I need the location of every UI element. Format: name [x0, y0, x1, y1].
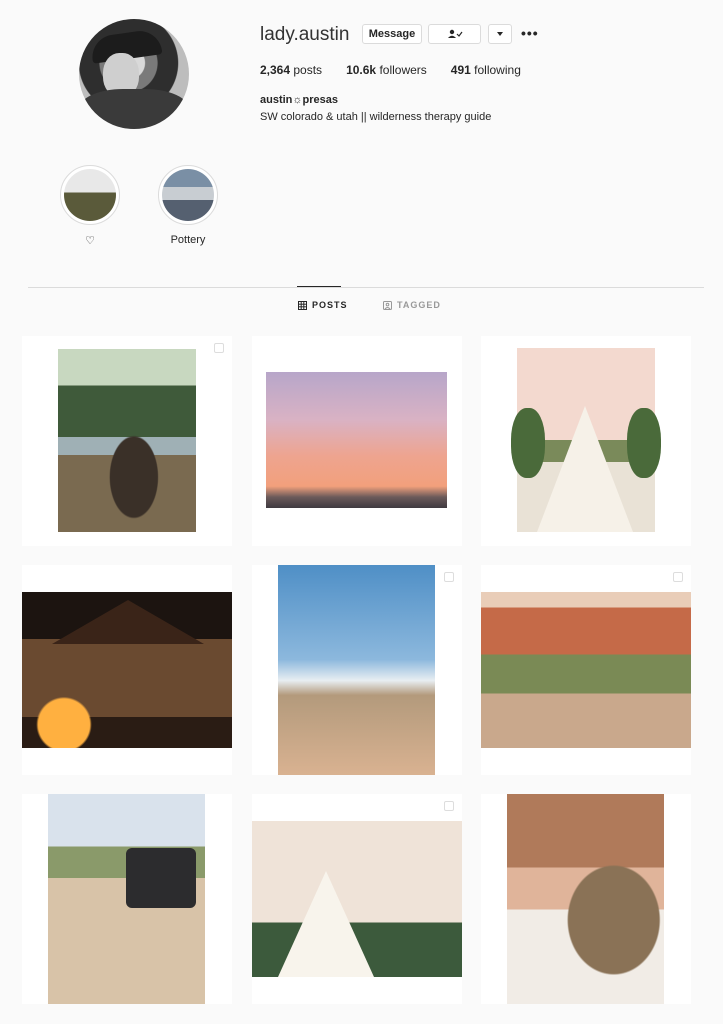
cabin-roof-shape	[52, 600, 204, 644]
highlight-cover-image	[64, 169, 116, 221]
active-tab-indicator	[297, 286, 341, 287]
post-tile[interactable]	[481, 565, 691, 775]
post-image-wedding-couple	[278, 565, 435, 775]
tab-posts-label: POSTS	[312, 300, 348, 310]
carousel-icon	[444, 801, 454, 811]
carousel-icon	[673, 572, 683, 582]
tag-icon	[383, 300, 392, 310]
highlight-label: Pottery	[170, 234, 206, 246]
post-image-cat-forest	[58, 349, 196, 532]
highlight-ring	[158, 165, 218, 225]
profile-full-name: austin☼presas	[260, 94, 338, 106]
following-count[interactable]: 491 following	[451, 63, 521, 77]
profile-username: lady.austin	[260, 24, 350, 45]
profile-stats: 2,364 posts 10.6k followers 491 followin…	[260, 63, 521, 77]
avatar-coat	[79, 89, 189, 129]
post-tile[interactable]	[22, 336, 232, 546]
post-image-sunset-sky	[266, 372, 447, 508]
following-count-label: following	[474, 63, 521, 77]
posts-count-label: posts	[293, 63, 323, 77]
highlight-label: ♡	[85, 235, 95, 247]
posts-count: 2,364 posts	[260, 63, 322, 77]
post-tile[interactable]	[22, 794, 232, 1004]
caret-down-icon	[497, 32, 503, 36]
post-tile[interactable]	[252, 336, 462, 546]
post-tile[interactable]	[252, 565, 462, 775]
post-image-cabin-night	[22, 592, 232, 748]
carousel-icon	[214, 343, 224, 353]
post-image-teepee-rainbow	[252, 821, 462, 977]
teepee-shape	[537, 406, 633, 532]
tab-tagged-label: TAGGED	[397, 300, 441, 310]
posts-count-value: 2,364	[260, 63, 291, 77]
message-button[interactable]: Message	[362, 24, 422, 44]
followers-count[interactable]: 10.6k followers	[346, 63, 427, 77]
profile-bio: SW colorado & utah || wilderness therapy…	[260, 111, 492, 123]
post-image-woman-cat	[507, 794, 664, 1004]
following-count-value: 491	[450, 63, 471, 77]
more-options-button[interactable]: •••	[521, 25, 539, 41]
tab-tagged[interactable]: TAGGED	[383, 300, 441, 310]
tabs-divider	[28, 287, 704, 288]
grid-icon	[298, 300, 307, 310]
followers-count-label: followers	[379, 63, 427, 77]
highlight-cover-image	[162, 169, 214, 221]
person-check-icon	[447, 29, 462, 38]
post-tile[interactable]	[481, 794, 691, 1004]
highlight-ring	[60, 165, 120, 225]
carousel-icon	[444, 572, 454, 582]
suggestions-dropdown-button[interactable]	[488, 24, 512, 44]
truck-shape	[126, 848, 196, 908]
post-tile[interactable]	[252, 794, 462, 1004]
post-tile[interactable]	[22, 565, 232, 775]
followers-count-value: 10.6k	[346, 63, 377, 77]
tab-posts[interactable]: POSTS	[298, 300, 348, 310]
profile-avatar[interactable]	[79, 19, 189, 129]
highlight-pottery[interactable]: Pottery	[158, 165, 218, 246]
highlight-heart[interactable]: ♡	[60, 165, 120, 247]
post-image-teepee	[511, 348, 661, 532]
post-image-canyon-hike	[481, 592, 691, 748]
post-tile[interactable]	[481, 336, 691, 546]
teepee-shape	[278, 871, 374, 977]
post-image-truck-bike	[48, 794, 205, 1004]
following-button[interactable]	[428, 24, 481, 44]
